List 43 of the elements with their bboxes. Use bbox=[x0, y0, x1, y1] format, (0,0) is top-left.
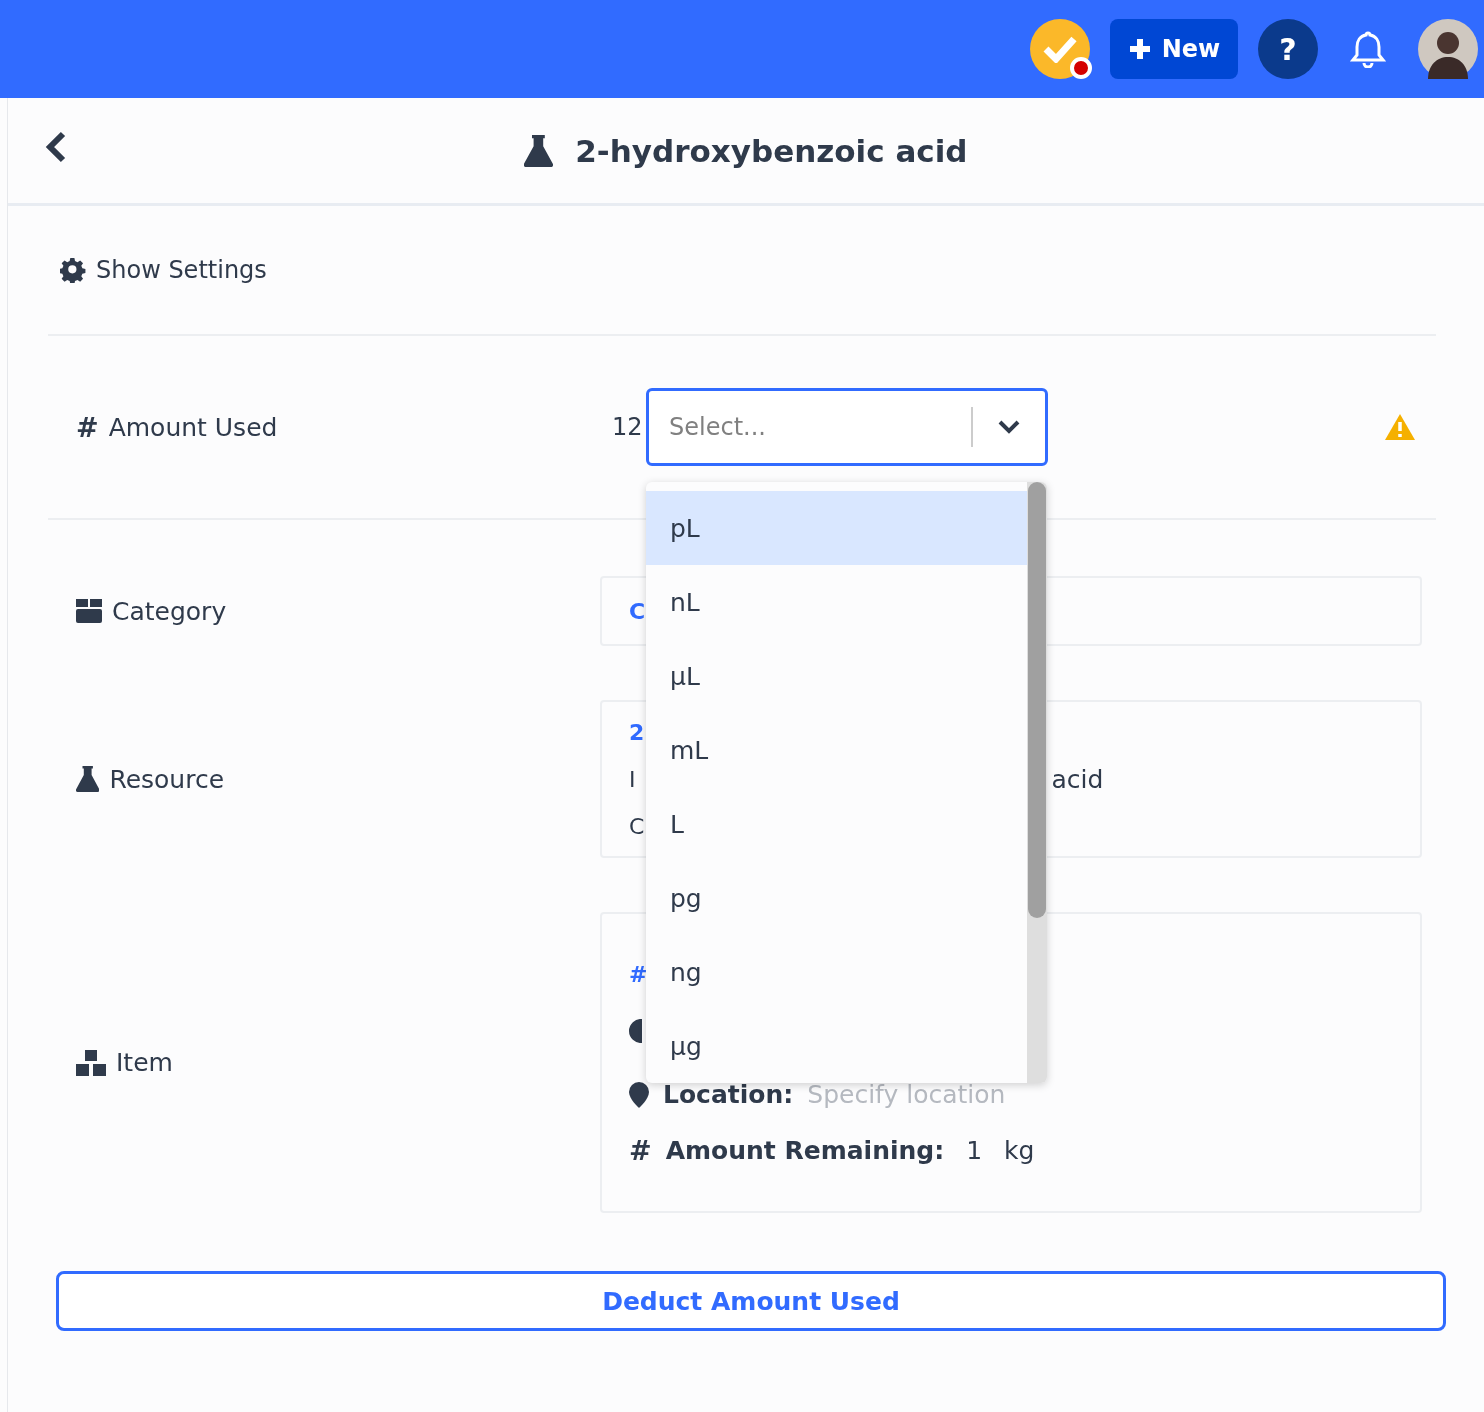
resource-text: I bbox=[629, 765, 636, 794]
resource-link[interactable]: 2 bbox=[629, 708, 645, 756]
unit-option[interactable]: ng bbox=[646, 935, 1027, 1009]
page-title: 2-hydroxybenzoic acid bbox=[575, 132, 968, 169]
unit-option[interactable]: pL bbox=[646, 491, 1027, 565]
unit-select-field[interactable]: Select... bbox=[646, 388, 1048, 466]
unit-select[interactable]: Select... bbox=[649, 412, 971, 442]
category-link[interactable]: C bbox=[629, 587, 646, 635]
flask-icon bbox=[76, 766, 100, 792]
unit-option[interactable]: µg bbox=[646, 1009, 1027, 1083]
unit-option[interactable]: pg bbox=[646, 861, 1027, 935]
scrollbar[interactable] bbox=[1027, 482, 1047, 1083]
gear-icon bbox=[60, 257, 86, 283]
unit-option[interactable]: nL bbox=[646, 565, 1027, 639]
field-label: Amount Used bbox=[108, 412, 278, 442]
item-link[interactable]: # bbox=[629, 951, 648, 998]
field-label: Resource bbox=[109, 764, 225, 794]
plus-icon bbox=[1127, 37, 1152, 61]
unit-option[interactable]: mL bbox=[646, 713, 1027, 787]
remaining-label: Amount Remaining: bbox=[665, 1136, 945, 1165]
location-label: Location: bbox=[663, 1080, 794, 1109]
resource-text: C bbox=[629, 812, 645, 841]
remaining-value: 1 bbox=[966, 1136, 983, 1165]
chevron-down-icon bbox=[997, 419, 1021, 435]
location-pin-icon bbox=[629, 1081, 649, 1108]
flask-icon bbox=[524, 134, 554, 167]
box-icon bbox=[76, 599, 102, 623]
field-label: Item bbox=[116, 1048, 173, 1077]
amount-value: 12 bbox=[611, 413, 644, 441]
resource-text: acid bbox=[1051, 763, 1104, 796]
field-label: Category bbox=[112, 596, 227, 626]
help-button[interactable]: ? bbox=[1258, 19, 1318, 79]
new-button[interactable]: New bbox=[1110, 19, 1238, 79]
hash-symbol: # bbox=[629, 1135, 652, 1166]
unit-option[interactable]: L bbox=[646, 787, 1027, 861]
deduct-amount-button[interactable]: Deduct Amount Used bbox=[56, 1271, 1446, 1331]
boxes-icon bbox=[76, 1049, 106, 1076]
task-check-icon[interactable] bbox=[1030, 19, 1090, 79]
remaining-unit: kg bbox=[1004, 1136, 1035, 1165]
show-settings-toggle[interactable]: Show Settings bbox=[60, 256, 267, 284]
unit-option[interactable]: µL bbox=[646, 639, 1027, 713]
avatar[interactable] bbox=[1418, 19, 1478, 79]
hash-symbol: # bbox=[76, 411, 99, 443]
